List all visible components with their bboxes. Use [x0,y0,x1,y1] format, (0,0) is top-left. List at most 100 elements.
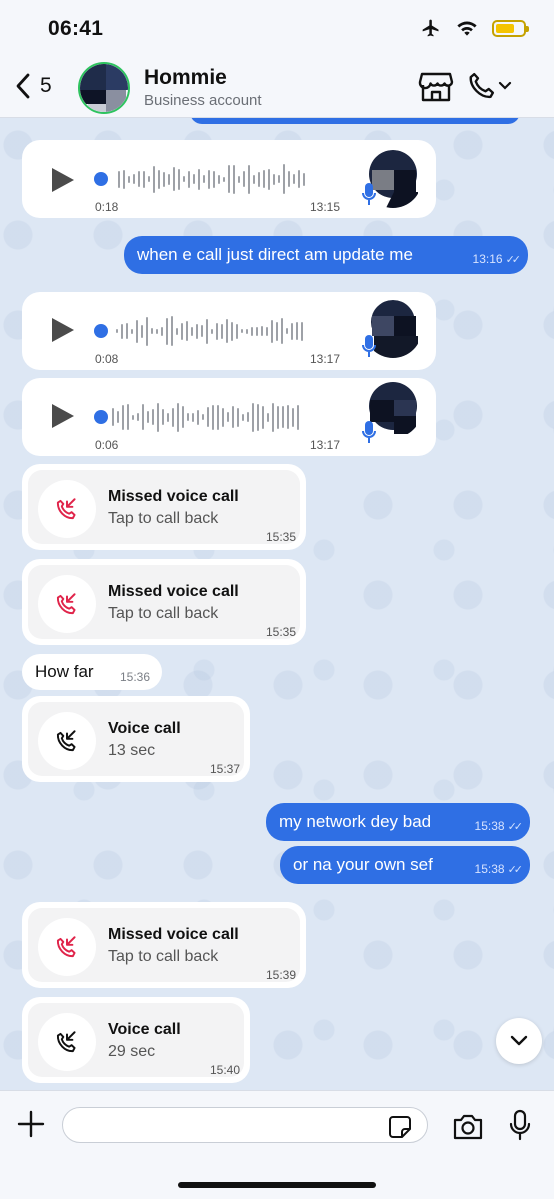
call-subtitle: 29 sec [108,1043,156,1060]
waveform-bar [183,176,185,182]
waveform-bar [223,176,225,182]
message-time: 15:35 [265,625,296,639]
voice-call-button[interactable] [466,70,512,102]
play-icon[interactable] [52,168,74,192]
waveform-bar [301,321,303,341]
waveform-bar [141,324,143,338]
waveform[interactable] [112,400,299,434]
waveform-bar [166,317,168,345]
scroll-down-chevron-icon [510,1035,528,1046]
sticker-button[interactable] [388,1115,412,1139]
waveform-bar [182,406,184,428]
waveform-bar [276,321,278,341]
waveform-bar [282,406,284,428]
voice-message[interactable]: 0:06 13:17 [22,378,436,456]
voice-duration: 0:18 [95,200,119,214]
contact-avatar[interactable] [78,62,130,114]
scroll-to-bottom-button[interactable] [496,1018,542,1064]
waveform-bar [257,403,259,431]
waveform-bar [237,407,239,427]
microphone-icon [509,1109,531,1141]
missed-call-card[interactable]: Missed voice call Tap to call back 15:39 [22,902,306,988]
waveform[interactable] [118,162,305,196]
call-title: Missed voice call [108,583,239,600]
waveform-bar [281,318,283,344]
missed-call-card[interactable]: Missed voice call Tap to call back 15:35 [22,464,306,550]
waveform-bar [127,404,129,430]
call-title: Voice call [108,720,181,737]
call-title: Voice call [108,1021,181,1038]
waveform-bar [288,171,290,187]
waveform-bar [138,171,140,187]
home-indicator [178,1182,376,1188]
waveform-bar [267,412,269,422]
waveform-bar [112,408,114,426]
waveform-bar [177,402,179,432]
waveform-bar [153,165,155,193]
attach-button[interactable] [16,1109,46,1139]
phone-icon [469,72,495,99]
waveform-bar [263,170,265,188]
waveform-bar [187,413,189,421]
waveform-bar [293,174,295,184]
plus-icon [17,1110,45,1138]
waveform-bar [137,413,139,421]
waveform-bar [208,169,210,189]
waveform[interactable] [116,314,303,348]
voice-message[interactable]: 0:18 13:15 [22,140,436,218]
waveform-bar [246,328,248,334]
playback-position[interactable] [94,324,108,338]
waveform-bar [163,171,165,187]
voice-record-button[interactable] [508,1109,532,1141]
waveform-bar [242,413,244,421]
play-icon[interactable] [52,318,74,342]
waveform-bar [202,414,204,420]
waveform-bar [247,412,249,422]
message-time: 13:17 [309,438,340,452]
battery-icon [492,19,529,37]
waveform-bar [186,321,188,341]
waveform-bar [152,409,154,425]
waveform-bar [151,328,153,334]
waveform-bar [168,173,170,185]
waveform-bar [132,414,134,420]
message-input[interactable] [62,1107,428,1143]
playback-position[interactable] [94,410,108,424]
message-text: when e call just direct am update me [137,245,413,264]
message-time: 15:38 ✓✓ [474,819,524,833]
outgoing-message[interactable]: when e call just direct am update me 13:… [124,236,528,274]
waveform-bar [222,407,224,427]
waveform-bar [236,323,238,339]
voice-message[interactable]: 0:08 13:17 [22,292,436,370]
playback-position[interactable] [94,172,108,186]
waveform-bar [278,175,280,183]
wifi-icon [457,21,477,36]
waveform-bar [121,323,123,339]
waveform-bar [172,407,174,427]
message-time: 13:17 [309,352,340,366]
waveform-bar [252,402,254,432]
play-icon[interactable] [52,404,74,428]
contact-name[interactable]: Hommie [144,66,227,90]
waveform-bar [116,329,118,333]
message-time: 15:40 [209,1063,240,1077]
voice-call-card[interactable]: Voice call 13 sec 15:37 [22,696,250,782]
contact-subtitle: Business account [144,92,262,109]
waveform-bar [277,405,279,429]
camera-button[interactable] [452,1113,484,1141]
catalog-button[interactable] [418,70,454,104]
outgoing-message[interactable]: or na your own sef 15:38 ✓✓ [280,846,530,884]
voice-call-card[interactable]: Voice call 29 sec 15:40 [22,997,250,1083]
missed-call-card[interactable]: Missed voice call Tap to call back 15:35 [22,559,306,645]
back-button[interactable]: 5 [14,72,52,100]
sticker-icon [389,1116,411,1138]
chat-area[interactable]: 0:18 13:15 when e call just direct am up… [0,118,554,1090]
waveform-bar [298,170,300,188]
incoming-message[interactable]: How far 15:36 [22,654,162,690]
store-icon [418,72,454,102]
outgoing-message[interactable]: my network dey bad 15:38 ✓✓ [266,803,530,841]
waveform-bar [211,328,213,334]
waveform-bar [133,174,135,184]
call-subtitle: Tap to call back [108,605,219,622]
waveform-bar [148,176,150,182]
